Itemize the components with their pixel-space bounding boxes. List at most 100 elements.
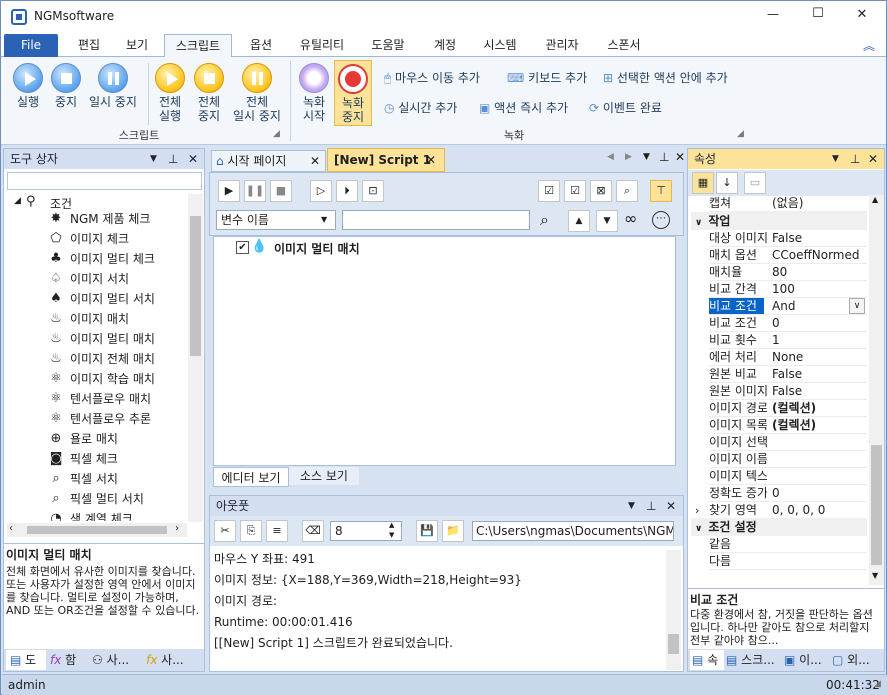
resize-grip-icon[interactable]: ◢ <box>874 679 881 689</box>
record-stop-button[interactable]: 녹화 중지 <box>334 60 372 126</box>
prop-row[interactable]: 대상 이미지 False <box>709 230 867 247</box>
close-doc-icon[interactable]: ✕ <box>675 150 685 164</box>
script-node-label[interactable]: 이미지 멀티 매치 <box>274 240 360 257</box>
editor-stop-button[interactable]: ■ <box>270 180 292 202</box>
find-button[interactable]: ⌕ <box>616 180 638 202</box>
tab-images[interactable]: ▣ 이... <box>784 650 830 670</box>
prop-row[interactable]: 비교 간격 100 <box>709 281 867 298</box>
toolbox-item[interactable]: ◙ 픽셀 체크 <box>50 449 118 469</box>
clear-log-button[interactable]: ✂ <box>214 520 236 542</box>
dropdown-icon[interactable]: ▼ <box>832 149 839 169</box>
prop-row-equal[interactable]: 같음 <box>709 536 867 553</box>
tab-view[interactable]: 보기 <box>117 34 157 57</box>
toolbox-item[interactable]: ✸ NGM 제품 체크 <box>51 211 151 229</box>
tab-help[interactable]: 도움말 <box>363 34 413 57</box>
toolbox-item[interactable]: ⚛ 이미지 학습 매치 <box>50 369 155 389</box>
toolbox-item[interactable]: ◔ 색 계열 체크 <box>50 509 133 521</box>
pause-all-button[interactable]: 전체 일시 중지 <box>229 63 285 123</box>
tab-source-view[interactable]: 소스 보기 <box>289 467 359 485</box>
close-panel-icon[interactable]: ✕ <box>666 496 676 516</box>
tab-options[interactable]: 옵션 <box>241 34 281 57</box>
tab-external[interactable]: ▢ 외... <box>832 650 882 670</box>
font-size-stepper[interactable]: 8 ▲ ▼ <box>330 521 402 541</box>
tab-functions[interactable]: fx 함 <box>50 650 90 670</box>
toolbox-search-input[interactable] <box>7 172 202 190</box>
tab-sponsor[interactable]: 스폰서 <box>599 34 649 57</box>
categorized-button[interactable]: ▦ <box>692 172 714 194</box>
close-panel-icon[interactable]: ✕ <box>868 149 878 169</box>
tab-system[interactable]: 시스템 <box>475 34 525 57</box>
alphabetical-button[interactable]: ↓ <box>716 172 738 194</box>
eraser-button[interactable]: ⌫ <box>302 520 324 542</box>
tree-view-button[interactable]: ⊤ <box>650 180 672 202</box>
tab-scroll-left-icon[interactable]: ◀ <box>607 152 614 162</box>
toolbox-item[interactable]: ⊕ 욜로 매치 <box>51 429 118 449</box>
prop-row[interactable]: ∨ 비교 조건 And <box>709 298 867 315</box>
property-pages-button[interactable]: ▭ <box>744 172 766 194</box>
toolbox-item[interactable]: ♤ 이미지 서치 <box>50 269 129 289</box>
node-checkbox[interactable]: ✔ <box>236 241 249 254</box>
toolbox-item[interactable]: ⌕ 픽셀 멀티 서치 <box>52 489 144 509</box>
tab-toolbox[interactable]: ▤ 도 <box>6 650 46 670</box>
tab-edit[interactable]: 편집 <box>69 34 109 57</box>
prop-row[interactable]: 이미지 이름 <box>709 451 867 468</box>
step-over-button[interactable]: ⊡ <box>362 180 384 202</box>
minimize-button[interactable]: — <box>758 7 788 21</box>
tab-account[interactable]: 계정 <box>425 34 465 57</box>
prop-row[interactable]: 이미지 목록 (컬렉션) <box>709 417 867 434</box>
event-complete-button[interactable]: ⟳ 이벤트 완료 <box>589 99 662 116</box>
pin-icon[interactable]: ⊥ <box>168 149 178 169</box>
maximize-button[interactable]: ☐ <box>803 6 833 21</box>
stepper-arrows-icon[interactable]: ▲ ▼ <box>389 520 394 540</box>
tab-user-functions[interactable]: fx 사... <box>146 650 202 670</box>
close-button[interactable]: ✕ <box>847 7 877 22</box>
toolbox-hscrollbar[interactable]: ‹ › <box>7 523 187 537</box>
prop-row[interactable]: 이미지 선택 <box>709 434 867 451</box>
add-inside-selected-button[interactable]: ⊞ 선택한 액션 안에 추가 <box>603 69 728 86</box>
toolbox-item[interactable]: ♨ 이미지 멀티 매치 <box>50 329 155 349</box>
tab-scroll-right-icon[interactable]: ▶ <box>625 152 632 162</box>
toolbox-vscrollbar[interactable] <box>188 194 203 522</box>
add-action-now-button[interactable]: ▣ 액션 즉시 추가 <box>479 99 568 116</box>
toolbox-item[interactable]: ♣ 이미지 멀티 체크 <box>50 249 155 269</box>
stop-button[interactable]: 중지 <box>49 63 83 109</box>
toolbox-item[interactable]: ♠ 이미지 멀티 서치 <box>50 289 155 309</box>
prop-row[interactable]: 매치율 80 <box>709 264 867 281</box>
prop-row[interactable]: 이미지 경로 (컬렉션) <box>709 400 867 417</box>
pin-icon[interactable]: ⊥ <box>659 150 669 164</box>
prop-row[interactable]: 원본 이미지 False <box>709 383 867 400</box>
search-input[interactable] <box>342 210 530 230</box>
add-realtime-button[interactable]: ◷ 실시간 추가 <box>384 99 457 116</box>
output-vscrollbar[interactable] <box>666 550 681 670</box>
toolbox-item[interactable]: ⚛ 텐서플로우 매치 <box>50 389 151 409</box>
delete-button[interactable]: ⊠ <box>590 180 612 202</box>
prop-row-different[interactable]: 다름 <box>709 553 867 570</box>
tab-admin[interactable]: 관리자 <box>537 34 587 57</box>
close-panel-icon[interactable]: ✕ <box>188 149 198 169</box>
toolbox-item[interactable]: ♨ 이미지 매치 <box>50 309 129 329</box>
tab-script[interactable]: 스크립트 <box>164 34 232 59</box>
tab-scripts[interactable]: ▤ 스크... <box>726 650 782 670</box>
tab-start-page[interactable]: ⌂ 시작 페이지 ✕ <box>211 150 326 172</box>
prop-row[interactable]: 비교 조건 0 <box>709 315 867 332</box>
list-button[interactable]: ≡ <box>266 520 288 542</box>
tab-script-1[interactable]: [New] Script 1 ✕ <box>327 148 445 172</box>
properties-vscrollbar[interactable]: ▲ ▼ <box>869 195 884 585</box>
more-icon[interactable]: ⋯ <box>652 211 670 229</box>
dropdown-icon[interactable]: ▼ <box>628 496 635 516</box>
dropdown-icon[interactable]: ▼ <box>150 149 157 169</box>
toolbox-item[interactable]: ⚛ 텐서플로우 추론 <box>50 409 151 429</box>
record-start-button[interactable]: 녹화 시작 <box>295 63 333 123</box>
tab-utility[interactable]: 유틸리티 <box>291 34 353 57</box>
add-keyboard-button[interactable]: ⌨ 키보드 추가 <box>507 69 587 86</box>
prop-category-task[interactable]: ∨ 작업 <box>691 212 867 230</box>
tab-properties[interactable]: ▤ 속 <box>690 650 724 670</box>
script-editor[interactable]: ✔ 💧 이미지 멀티 매치 <box>213 236 676 466</box>
tab-file[interactable]: File <box>4 34 58 57</box>
prop-row[interactable]: 원본 비교 False <box>709 366 867 383</box>
variable-select[interactable]: 변수 이름 ▼ <box>216 210 336 230</box>
prev-result-button[interactable]: ▲ <box>568 210 590 232</box>
tree-expander-icon[interactable]: ◢ <box>14 196 21 206</box>
close-tab-icon[interactable]: ✕ <box>426 149 436 171</box>
step-button[interactable]: ▷ <box>310 180 332 202</box>
